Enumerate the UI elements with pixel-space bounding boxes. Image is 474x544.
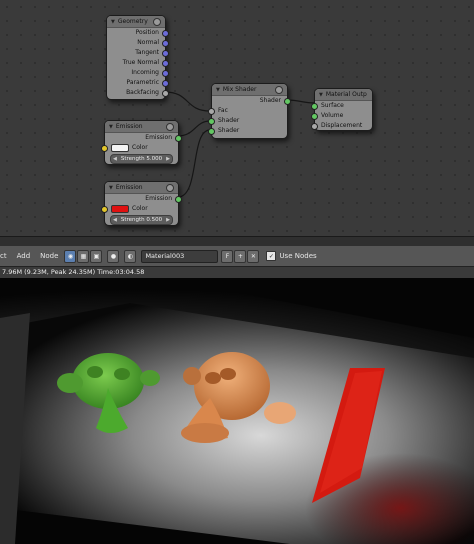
material-output-node-header[interactable]: ▼ Material Outp <box>315 89 372 101</box>
emission-node-red[interactable]: ▼ Emission Emission Color ◀ Strength 0.5… <box>101 181 182 226</box>
strength-value: Strength 5.000 <box>120 156 163 162</box>
socket-icon[interactable] <box>162 30 169 37</box>
socket-icon[interactable] <box>311 113 318 120</box>
output-emission: Emission <box>105 194 182 204</box>
collapse-triangle-icon[interactable]: ▼ <box>109 124 113 130</box>
increment-arrow-icon[interactable]: ▶ <box>166 156 170 162</box>
socket-icon[interactable] <box>162 50 169 57</box>
socket-icon[interactable] <box>162 40 169 47</box>
socket-icon[interactable] <box>208 108 215 115</box>
render-image <box>0 278 474 544</box>
emission-node-header[interactable]: ▼ Emission <box>105 182 178 194</box>
menu-node[interactable]: Node <box>40 252 58 260</box>
color-input-row: Color <box>101 143 178 153</box>
fake-user-button[interactable]: F <box>221 249 234 263</box>
socket-icon[interactable] <box>101 145 108 152</box>
object-data-icon[interactable]: ● <box>107 249 120 263</box>
node-options-icon[interactable] <box>166 183 174 192</box>
collapse-triangle-icon[interactable]: ▼ <box>111 19 115 25</box>
socket-icon[interactable] <box>175 196 182 203</box>
texture-nodes-icon[interactable]: ▦ <box>77 249 90 263</box>
node-options-icon[interactable] <box>153 17 161 26</box>
material-output-node-title: Material Outp <box>325 91 367 98</box>
input-shader-1: Shader <box>208 116 287 126</box>
color-swatch[interactable] <box>111 144 129 152</box>
output-emission: Emission <box>105 133 182 143</box>
socket-icon[interactable] <box>162 70 169 77</box>
link-emission2-to-shader <box>177 129 211 198</box>
output-true-normal: True Normal <box>107 58 169 68</box>
node-options-icon[interactable] <box>166 122 174 131</box>
collapse-triangle-icon[interactable]: ▼ <box>109 185 113 191</box>
geometry-node-header[interactable]: ▼ Geometry <box>107 16 165 28</box>
collapse-triangle-icon[interactable]: ▼ <box>319 92 323 98</box>
socket-icon[interactable] <box>175 135 182 142</box>
socket-icon[interactable] <box>162 60 169 67</box>
output-position: Position <box>107 28 169 38</box>
output-incoming: Incoming <box>107 68 169 78</box>
emission-node-header[interactable]: ▼ Emission <box>105 121 178 133</box>
output-shader: Shader <box>212 96 291 106</box>
socket-icon[interactable] <box>208 128 215 135</box>
decrement-arrow-icon[interactable]: ◀ <box>113 217 117 223</box>
geometry-node[interactable]: ▼ Geometry Position Normal Tangent True … <box>106 15 169 100</box>
output-backfacing: Backfacing <box>107 88 169 98</box>
socket-icon[interactable] <box>311 103 318 110</box>
unlink-material-icon[interactable]: ✕ <box>247 249 260 263</box>
node-options-icon[interactable] <box>275 85 283 94</box>
compositing-nodes-icon[interactable]: ▣ <box>90 249 103 263</box>
menu-add[interactable]: Add <box>17 252 31 260</box>
render-status-text: 7.96M (9.23M, Peak 24.35M) Time:03:04.58 <box>0 267 474 278</box>
mix-shader-node-header[interactable]: ▼ Mix Shader <box>212 84 287 96</box>
mix-shader-node[interactable]: ▼ Mix Shader Shader Fac Shader Shader <box>208 83 291 139</box>
material-browse-icon[interactable]: ◐ <box>124 249 137 263</box>
use-nodes-label: Use Nodes <box>279 252 317 260</box>
shader-nodes-icon[interactable]: ◉ <box>64 249 77 263</box>
emission-node-title: Emission <box>115 123 143 130</box>
color-label: Color <box>132 144 148 151</box>
socket-icon[interactable] <box>311 123 318 130</box>
node-editor-header: ct Add Node ◉ ▦ ▣ ● ◐ Material003 F + ✕ … <box>0 246 474 267</box>
output-normal: Normal <box>107 38 169 48</box>
color-swatch[interactable] <box>111 205 129 213</box>
link-emission1-to-shader <box>177 120 211 137</box>
socket-icon[interactable] <box>162 80 169 87</box>
socket-icon[interactable] <box>101 206 108 213</box>
input-surface: Surface <box>311 101 372 111</box>
render-viewport[interactable] <box>0 278 474 544</box>
strength-value: Strength 0.500 <box>120 217 163 223</box>
material-output-node[interactable]: ▼ Material Outp Surface Volume Displacem… <box>311 88 373 131</box>
socket-icon[interactable] <box>284 98 291 105</box>
color-label: Color <box>132 205 148 212</box>
emission-node-title: Emission <box>115 184 143 191</box>
output-tangent: Tangent <box>107 48 169 58</box>
increment-arrow-icon[interactable]: ▶ <box>166 217 170 223</box>
output-parametric: Parametric <box>107 78 169 88</box>
node-editor[interactable]: ▼ Geometry Position Normal Tangent True … <box>0 0 474 236</box>
decrement-arrow-icon[interactable]: ◀ <box>113 156 117 162</box>
input-volume: Volume <box>311 111 372 121</box>
link-mix-to-surface <box>286 99 316 104</box>
use-nodes-checkbox[interactable]: ✓ <box>266 251 277 261</box>
link-backfacing-to-fac <box>164 91 211 112</box>
socket-icon[interactable] <box>208 118 215 125</box>
strength-field[interactable]: ◀ Strength 5.000 ▶ <box>110 154 173 164</box>
menu-select-clipped[interactable]: ct <box>0 252 7 260</box>
input-displacement: Displacement <box>311 121 372 131</box>
mix-shader-node-title: Mix Shader <box>222 86 257 93</box>
collapse-triangle-icon[interactable]: ▼ <box>216 87 220 93</box>
socket-icon[interactable] <box>162 90 169 97</box>
geometry-node-title: Geometry <box>117 18 148 25</box>
input-shader-2: Shader <box>208 126 287 136</box>
strength-field[interactable]: ◀ Strength 0.500 ▶ <box>110 215 173 225</box>
material-name-field[interactable]: Material003 <box>141 249 219 263</box>
emission-node-white[interactable]: ▼ Emission Emission Color ◀ Strength 5.0… <box>101 120 182 165</box>
color-input-row: Color <box>101 204 178 214</box>
input-fac: Fac <box>208 106 287 116</box>
add-material-icon[interactable]: + <box>234 249 247 263</box>
